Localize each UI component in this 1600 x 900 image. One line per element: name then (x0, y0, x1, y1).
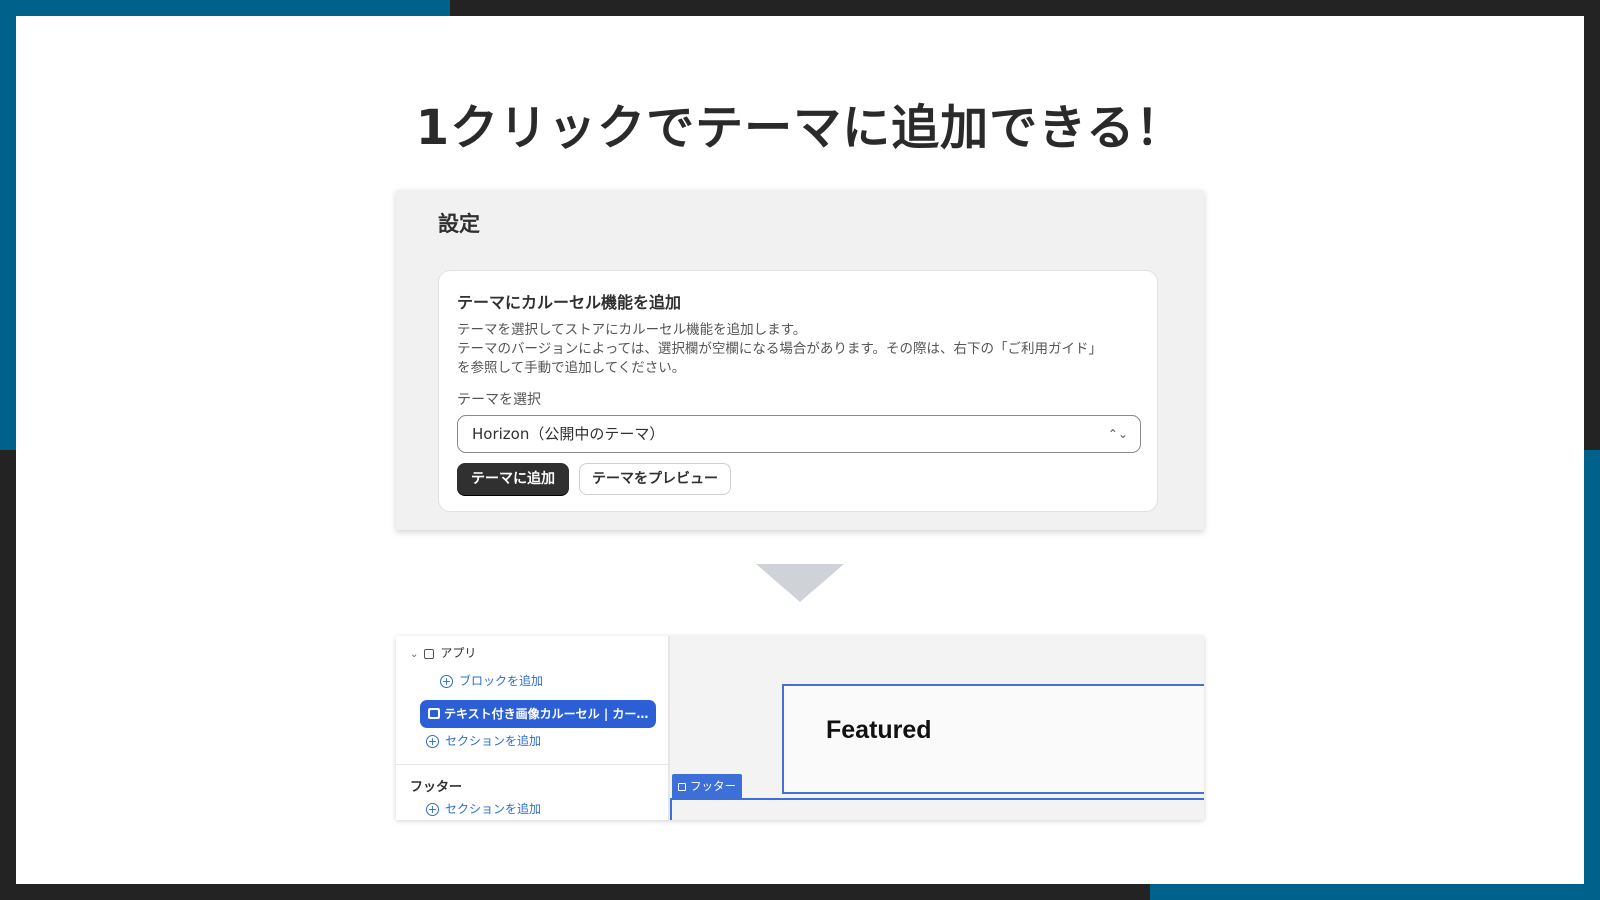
footer-add-section-label: セクションを追加 (445, 802, 542, 816)
add-circle-icon: + (426, 803, 439, 816)
footer-outline-left (670, 798, 672, 820)
theme-editor-screenshot: ⌄ アプリ + ブロックを追加 テキスト付き画像カルーセル | カー… + セクション… (396, 636, 1204, 820)
settings-screenshot: 設定 テーマにカルーセル機能を追加 テーマを選択してストアにカルーセル機能を追加… (396, 190, 1204, 530)
chevron-down-icon: ⌄ (410, 649, 419, 660)
featured-section[interactable]: Featured (782, 684, 1204, 794)
theme-preview: Featured フッター (670, 636, 1204, 820)
section-grid-icon (424, 648, 435, 659)
footer-tag-label: フッター (690, 779, 736, 793)
settings-title: 設定 (438, 212, 480, 236)
apps-section-row[interactable]: ⌄ アプリ (410, 644, 476, 661)
add-block-link[interactable]: + ブロックを追加 (440, 672, 543, 689)
footer-heading: フッター (410, 780, 463, 795)
selected-block-label: テキスト付き画像カルーセル | カー… (444, 707, 649, 721)
editor-sidebar: ⌄ アプリ + ブロックを追加 テキスト付き画像カルーセル | カー… + セクション… (396, 636, 670, 820)
add-to-theme-button[interactable]: テーマに追加 (457, 463, 569, 495)
apps-label: アプリ (440, 646, 477, 660)
featured-heading: Featured (826, 716, 932, 744)
add-circle-icon: + (440, 675, 453, 688)
selected-carousel-block[interactable]: テキスト付き画像カルーセル | カー… (420, 700, 656, 728)
sidebar-divider (396, 764, 668, 765)
footer-add-section-link[interactable]: + セクションを追加 (426, 800, 541, 817)
add-carousel-card: テーマにカルーセル機能を追加 テーマを選択してストアにカルーセル機能を追加します… (438, 270, 1158, 512)
slide-headline: 1クリックでテーマに追加できる！ (415, 100, 1185, 156)
down-arrow-icon (756, 564, 844, 602)
footer-section-tag[interactable]: フッター (672, 774, 742, 798)
theme-select[interactable]: Horizon（公開中のテーマ） ⌃⌄ (457, 415, 1141, 453)
image-icon (428, 708, 440, 719)
select-arrows-icon: ⌃⌄ (1107, 427, 1128, 441)
add-block-label: ブロックを追加 (459, 674, 544, 688)
add-section-label: セクションを追加 (445, 734, 542, 748)
add-section-link[interactable]: + セクションを追加 (426, 732, 541, 749)
card-description: テーマを選択してストアにカルーセル機能を追加します。 テーマのバージョンによって… (457, 322, 1103, 376)
theme-select-label: テーマを選択 (457, 392, 541, 408)
preview-theme-button[interactable]: テーマをプレビュー (579, 463, 731, 495)
theme-select-value: Horizon（公開中のテーマ） (472, 425, 665, 443)
add-circle-icon: + (426, 735, 439, 748)
card-title: テーマにカルーセル機能を追加 (457, 293, 682, 312)
section-grid-icon (678, 782, 686, 791)
footer-outline (670, 798, 1204, 800)
